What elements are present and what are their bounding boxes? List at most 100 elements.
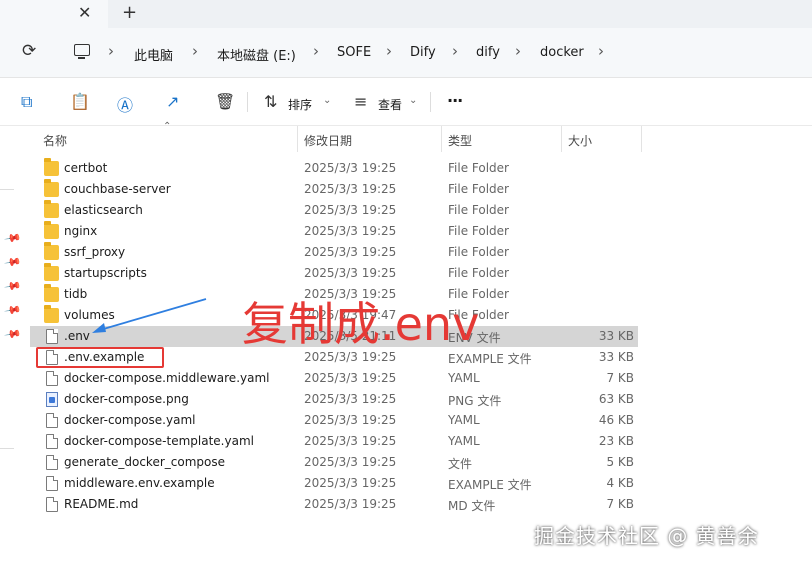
computer-icon[interactable] [74, 44, 90, 59]
rename-icon[interactable]: Ⓐ [117, 92, 133, 116]
file-type: File Folder [448, 266, 509, 280]
file-date-modified: 2025/3/3 19:25 [304, 392, 397, 406]
file-row[interactable]: middleware.env.example 2025/3/3 19:25 EXAM… [30, 473, 638, 494]
file-name: tidb [64, 287, 88, 301]
file-name: ssrf_proxy [64, 245, 126, 259]
breadcrumb-this-pc[interactable]: 此电脑 [134, 45, 173, 64]
column-divider[interactable] [561, 126, 562, 152]
file-date-modified: 2025/3/3 19:25 [304, 266, 397, 280]
pin-icon[interactable]: 📌 [4, 229, 23, 248]
pin-icon[interactable]: 📌 [4, 253, 23, 272]
file-name: docker-compose.png [64, 392, 189, 406]
file-name: .env [64, 329, 90, 343]
chevron-down-icon[interactable]: ⌄ [323, 95, 331, 106]
address-bar: ⟳ › 此电脑 › 本地磁盘 (E:) › SOFE › Dify › dify… [0, 28, 812, 78]
tab-strip: ✕ + [0, 0, 812, 28]
breadcrumb-docker[interactable]: docker [540, 45, 584, 60]
view-button[interactable]: 查看 [378, 96, 402, 113]
folder-icon [44, 221, 59, 239]
breadcrumb-separator[interactable]: › [452, 42, 458, 60]
folder-icon [44, 242, 59, 260]
breadcrumb-dify[interactable]: dify [476, 45, 500, 60]
column-size[interactable]: 大小 [568, 132, 592, 149]
paste-icon[interactable]: 📋 [70, 92, 90, 111]
folder-icon [44, 263, 59, 281]
refresh-icon[interactable]: ⟳ [22, 41, 36, 61]
file-date-modified: 2025/3/3 19:25 [304, 224, 397, 238]
column-divider[interactable] [441, 126, 442, 152]
annotation-text: 复制成.env [242, 297, 480, 351]
file-name: startupscripts [64, 266, 147, 280]
breadcrumb-separator[interactable]: › [192, 42, 198, 60]
file-row[interactable]: nginx 2025/3/3 19:25 File Folder [30, 221, 638, 242]
file-type: File Folder [448, 161, 509, 175]
file-name: elasticsearch [64, 203, 143, 217]
folder-icon [44, 305, 59, 323]
pin-icon[interactable]: 📌 [4, 325, 23, 344]
file-row[interactable]: ssrf_proxy 2025/3/3 19:25 File Folder [30, 242, 638, 263]
pin-icon[interactable]: 📌 [4, 277, 23, 296]
file-date-modified: 2025/3/3 19:25 [304, 434, 397, 448]
file-type: PNG 文件 [448, 394, 502, 408]
breadcrumb-separator[interactable]: › [108, 42, 114, 60]
file-name: couchbase-server [64, 182, 171, 196]
file-row[interactable]: certbot 2025/3/3 19:25 File Folder [30, 158, 638, 179]
file-size: 7 KB [606, 371, 634, 385]
navigation-pane: 📌 📌 📌 📌 📌 [0, 126, 30, 565]
file-name: README.md [64, 497, 139, 511]
file-row[interactable]: docker-compose-template.yaml 2025/3/3 19:… [30, 431, 638, 452]
command-bar: ⧉ 📋 Ⓐ ↗ 🗑 ⇅ 排序 ⌄ ≡ 查看 ⌄ ··· [0, 78, 812, 126]
sort-icon[interactable]: ⇅ [264, 92, 277, 111]
toolbar-divider [430, 92, 431, 112]
file-type: YAML [448, 434, 480, 448]
copy-icon[interactable]: ⧉ [21, 92, 32, 112]
file-name: middleware.env.example [64, 476, 215, 490]
file-type: 文件 [448, 457, 473, 471]
file-size: 33 KB [598, 329, 634, 343]
file-name: docker-compose-template.yaml [64, 434, 254, 448]
more-options-button[interactable]: ··· [447, 91, 463, 110]
file-row[interactable]: docker-compose.yaml 2025/3/3 19:25 YAML 46 … [30, 410, 638, 431]
breadcrumb-sofe[interactable]: SOFE [337, 45, 371, 60]
delete-icon[interactable]: 🗑 [215, 92, 235, 111]
share-icon[interactable]: ↗ [166, 92, 179, 111]
toolbar-divider [247, 92, 248, 112]
breadcrumb-separator[interactable]: › [598, 42, 604, 60]
active-tab[interactable]: ✕ [0, 0, 108, 28]
file-type: EXAMPLE 文件 [448, 478, 532, 492]
file-date-modified: 2025/3/3 19:25 [304, 455, 397, 469]
column-name[interactable]: 名称 [43, 132, 67, 149]
column-type[interactable]: 类型 [448, 132, 472, 149]
breadcrumb-local-disk[interactable]: 本地磁盘 (E:) [217, 45, 296, 64]
file-size: 33 KB [598, 350, 634, 364]
file-size: 4 KB [606, 476, 634, 490]
file-row[interactable]: generate_docker_compose 2025/3/3 19:25 文件 5… [30, 452, 638, 473]
close-tab-icon[interactable]: ✕ [78, 3, 91, 23]
breadcrumb-dify-parent[interactable]: Dify [410, 45, 436, 60]
chevron-down-icon[interactable]: ⌄ [409, 95, 417, 106]
breadcrumb-separator[interactable]: › [386, 42, 392, 60]
column-divider[interactable] [641, 126, 642, 152]
file-date-modified: 2025/3/3 19:25 [304, 476, 397, 490]
file-size: 46 KB [598, 413, 634, 427]
file-row[interactable]: README.md 2025/3/3 19:25 MD 文件 7 KB [30, 494, 638, 515]
new-tab-icon[interactable]: + [122, 2, 137, 24]
file-row[interactable]: startupscripts 2025/3/3 19:25 File Folder [30, 263, 638, 284]
pin-icon[interactable]: 📌 [4, 301, 23, 320]
annotation-arrow [92, 298, 207, 333]
file-row[interactable]: docker-compose.png 2025/3/3 19:25 PNG 文件 63… [30, 389, 638, 410]
file-row[interactable]: elasticsearch 2025/3/3 19:25 File Folder [30, 200, 638, 221]
file-name: certbot [64, 161, 108, 175]
file-row[interactable]: couchbase-server 2025/3/3 19:25 File Folde… [30, 179, 638, 200]
file-row[interactable]: docker-compose.middleware.yaml 2025/3/3 1… [30, 368, 638, 389]
file-type: File Folder [448, 203, 509, 217]
sort-button[interactable]: 排序 [288, 96, 312, 113]
file-type: YAML [448, 413, 480, 427]
column-date-modified[interactable]: 修改日期 [304, 132, 352, 149]
file-size: 63 KB [598, 392, 634, 406]
breadcrumb-separator[interactable]: › [515, 42, 521, 60]
view-icon[interactable]: ≡ [354, 92, 367, 111]
breadcrumb-separator[interactable]: › [313, 42, 319, 60]
column-divider[interactable] [297, 126, 298, 152]
folder-icon [44, 158, 59, 176]
